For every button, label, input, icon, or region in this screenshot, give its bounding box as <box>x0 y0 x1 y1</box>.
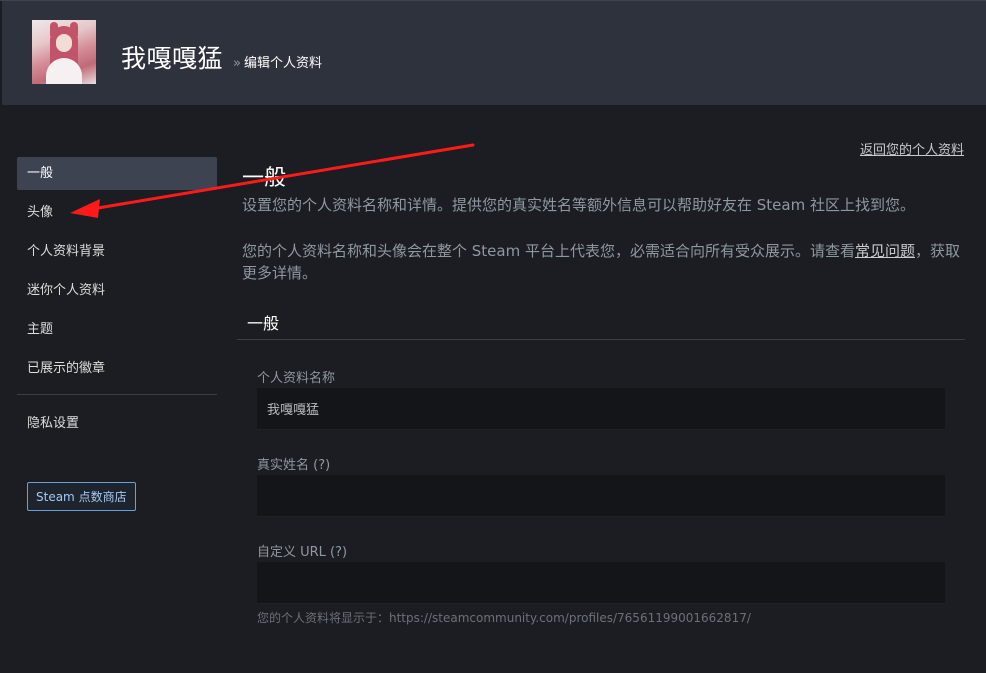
page-title: 一般 <box>242 166 287 191</box>
avatar-face <box>56 34 72 52</box>
real-name-input[interactable] <box>257 475 945 517</box>
profile-name-label: 个人资料名称 <box>257 371 336 386</box>
sidebar-item-avatar[interactable]: 头像 <box>17 196 217 229</box>
section-title: 一般 <box>247 314 280 333</box>
sidebar-divider <box>17 394 217 395</box>
avatar[interactable] <box>32 20 96 84</box>
section-divider <box>237 339 965 340</box>
sidebar-item-profile-background[interactable]: 个人资料背景 <box>17 235 217 268</box>
faq-link[interactable]: 常见问题 <box>855 242 915 260</box>
persona-name: 我嘎嘎猛 <box>121 44 224 73</box>
sidebar-item-general[interactable]: 一般 <box>17 157 217 190</box>
description-text: 设置您的个人资料名称和详情。提供您的真实姓名等额外信息可以帮助好友在 Steam… <box>242 196 915 214</box>
back-to-profile-link[interactable]: 返回您的个人资料 <box>860 139 964 158</box>
header-edge <box>0 1 2 106</box>
breadcrumb-current: 编辑个人资料 <box>243 56 322 71</box>
points-shop-button[interactable]: Steam 点数商店 <box>27 482 136 511</box>
sidebar-item-mini-profile[interactable]: 迷你个人资料 <box>17 274 217 307</box>
profile-name-input[interactable] <box>257 388 945 430</box>
avatar-ear-right <box>70 22 78 36</box>
sidebar: 一般 头像 个人资料背景 迷你个人资料 主题 已展示的徽章 隐私设置 <box>17 157 217 446</box>
real-name-label: 真实姓名 (?) <box>257 458 331 473</box>
avatar-ear-left <box>50 22 58 36</box>
breadcrumb: » 编辑个人资料 <box>233 52 322 71</box>
custom-url-label: 自定义 URL (?) <box>257 545 348 560</box>
sidebar-item-theme[interactable]: 主题 <box>17 313 217 346</box>
profile-url-hint: 您的个人资料将显示于：https://steamcommunity.com/pr… <box>257 611 751 625</box>
custom-url-input[interactable] <box>257 562 945 604</box>
guidelines-text: 您的个人资料名称和头像会在整个 Steam 平台上代表您，必需适合向所有受众展示… <box>242 242 855 260</box>
sidebar-item-featured-badge[interactable]: 已展示的徽章 <box>17 352 217 385</box>
sidebar-item-privacy[interactable]: 隐私设置 <box>17 407 217 440</box>
profile-header: 我嘎嘎猛 » 编辑个人资料 <box>0 0 986 106</box>
breadcrumb-separator: » <box>233 56 241 71</box>
description-guidelines: 您的个人资料名称和头像会在整个 Steam 平台上代表您，必需适合向所有受众展示… <box>242 240 962 284</box>
